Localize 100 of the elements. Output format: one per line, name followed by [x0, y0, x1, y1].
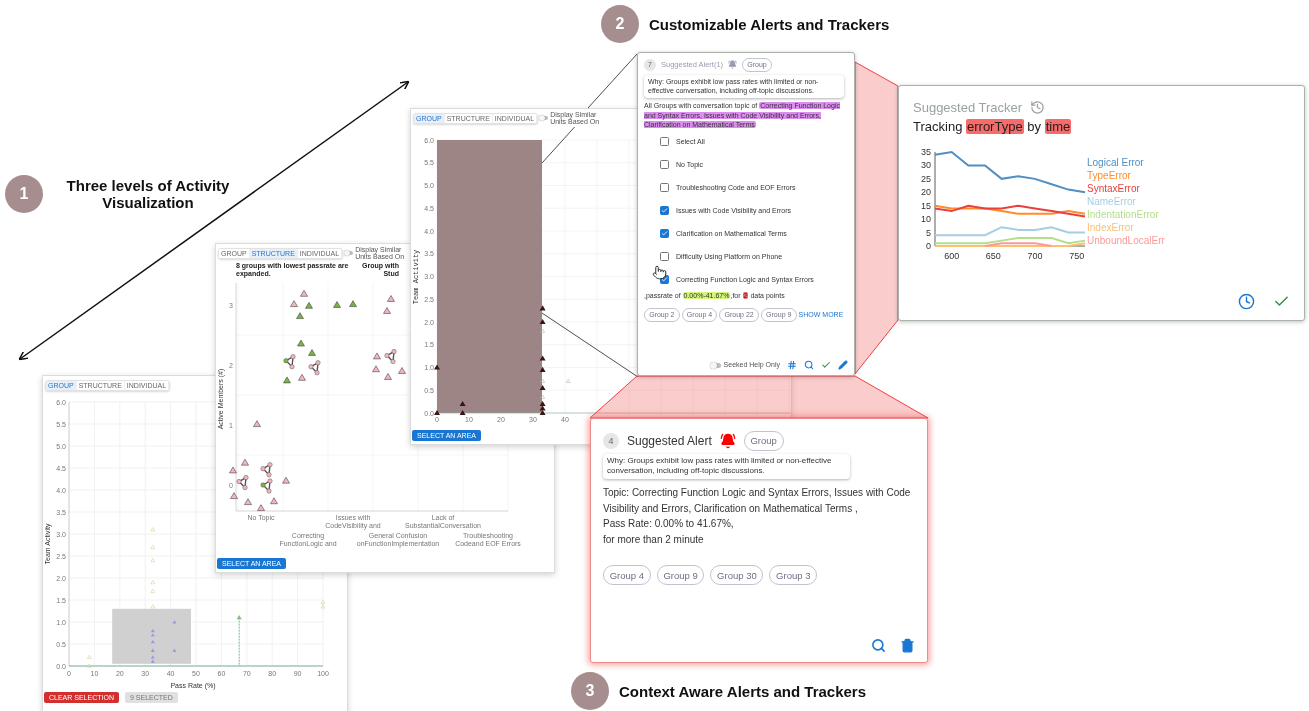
checkbox[interactable] — [660, 206, 669, 216]
triangle-marker — [540, 328, 545, 333]
tracker-title: Suggested Tracker — [913, 100, 1023, 115]
triangle-marker — [333, 301, 341, 308]
trend-line — [236, 615, 242, 667]
triangle-marker — [172, 648, 177, 652]
triangle-marker — [283, 376, 291, 384]
alert-detail-text: Topic: Correcting Function Logic and Syntax Errors, Issues with Code Visibility and Errors, Clarification on Mathematical Terms , — [603, 486, 912, 516]
toggle-switch[interactable] — [345, 251, 354, 255]
history-icon — [1030, 100, 1046, 115]
group-chip[interactable]: Group 3 — [769, 565, 818, 585]
triangle-marker — [387, 295, 395, 302]
triangle-marker — [539, 319, 546, 325]
toggle-switch[interactable] — [540, 116, 549, 120]
triangle-marker — [373, 352, 381, 360]
triangle-marker — [349, 300, 357, 307]
axis-tick-label: 600 — [944, 251, 960, 262]
triangle-marker — [539, 305, 546, 311]
clock-icon[interactable] — [1238, 293, 1255, 310]
triangle-marker — [150, 544, 156, 549]
axis-tick-label: 700 — [1027, 251, 1043, 262]
bell-icon — [728, 60, 738, 70]
hash-icon[interactable] — [787, 360, 797, 370]
legend-label: UnboundLocalErr — [1087, 235, 1165, 247]
search-icon[interactable] — [871, 638, 886, 653]
step-title: Three levels of Activity Visualization — [65, 177, 231, 211]
triangle-marker — [383, 307, 391, 314]
group-chip[interactable]: Group 9 — [656, 565, 705, 585]
cluster-marker — [260, 478, 273, 494]
alert-detail-text: Pass Rate: 0.00% to 41.67%, — [603, 517, 735, 532]
triangle-marker — [229, 466, 237, 474]
cluster-marker — [384, 349, 397, 364]
cluster-marker — [283, 354, 296, 370]
legend-label: TypeError — [1087, 170, 1131, 182]
hand-cursor-icon — [652, 265, 667, 280]
triangle-marker — [230, 492, 238, 499]
cluster-marker — [308, 360, 321, 376]
step-number: 1 — [5, 175, 43, 213]
step-title: Customizable Alerts and Trackers — [649, 15, 890, 33]
triangle-marker — [539, 366, 546, 372]
step-number: 2 — [601, 5, 639, 43]
triangle-marker — [150, 604, 156, 609]
cluster-marker — [236, 475, 249, 490]
toggle-switch[interactable] — [710, 362, 721, 368]
axis-tick-label: 750 — [1069, 251, 1085, 262]
legend-label: IndexError — [1087, 222, 1134, 234]
triangle-marker — [539, 385, 546, 391]
triangle-marker — [150, 527, 156, 532]
axis-tick-label: 35 — [921, 147, 931, 158]
legend-label: NameError — [1087, 196, 1136, 208]
triangle-marker — [87, 654, 92, 659]
reason-text: Why: Groups exhibit low pass rates with limited or non-effective conversation, including off-topic discussions. — [603, 453, 850, 480]
leader-line — [587, 53, 638, 109]
count-badge: 4 — [603, 432, 619, 449]
legend-label: IndentationError — [1087, 209, 1159, 221]
triangle-marker — [434, 410, 440, 416]
checkbox[interactable] — [660, 252, 669, 262]
triangle-marker — [150, 558, 156, 563]
search-icon[interactable] — [804, 360, 814, 370]
check-icon[interactable] — [821, 360, 831, 370]
bell-icon — [719, 432, 736, 449]
triangle-marker — [540, 378, 545, 383]
triangle-marker — [372, 365, 380, 373]
step-title: Context Aware Alerts and Trackers — [619, 682, 867, 700]
tracking-text: Tracking errorType by time — [913, 118, 1073, 136]
triangle-marker — [459, 410, 466, 416]
triangle-marker — [308, 349, 316, 356]
checkbox[interactable] — [660, 137, 669, 147]
legend-label: SyntaxError — [1087, 183, 1140, 195]
checkbox[interactable] — [660, 160, 669, 170]
tag-chip[interactable]: Group — [743, 431, 784, 451]
triangle-marker — [150, 639, 155, 644]
triangle-marker — [282, 476, 290, 484]
cluster-marker — [260, 462, 273, 478]
axis-tick-label: 25 — [921, 174, 931, 185]
triangle-marker — [434, 364, 440, 370]
triangle-marker — [244, 498, 252, 505]
checkbox[interactable] — [660, 229, 669, 239]
triangle-marker — [539, 355, 546, 361]
axis-tick-label: 15 — [921, 200, 931, 211]
alert-detail-text: for more than 2 minute — [603, 532, 705, 547]
axis-tick-label: 30 — [921, 160, 931, 171]
triangle-marker — [241, 458, 249, 466]
triangle-marker — [150, 588, 156, 593]
group-chip[interactable]: Group 30 — [710, 565, 764, 585]
checkbox[interactable] — [660, 183, 669, 193]
triangle-marker — [459, 400, 466, 406]
axis-tick-label: 5 — [926, 227, 931, 238]
triangle-marker — [297, 339, 305, 347]
group-chip[interactable]: Group 4 — [603, 565, 651, 585]
pencil-icon[interactable] — [838, 360, 848, 370]
axis-tick-label: 650 — [985, 251, 1001, 262]
triangle-marker — [150, 648, 155, 652]
legend-label: Logical Error — [1087, 157, 1144, 169]
leader-line — [541, 127, 575, 164]
triangle-marker — [257, 504, 265, 511]
triangle-marker — [253, 420, 261, 427]
alert-title: Suggested Alert — [627, 433, 712, 448]
trash-icon[interactable] — [900, 638, 915, 653]
triangle-marker — [172, 620, 177, 624]
